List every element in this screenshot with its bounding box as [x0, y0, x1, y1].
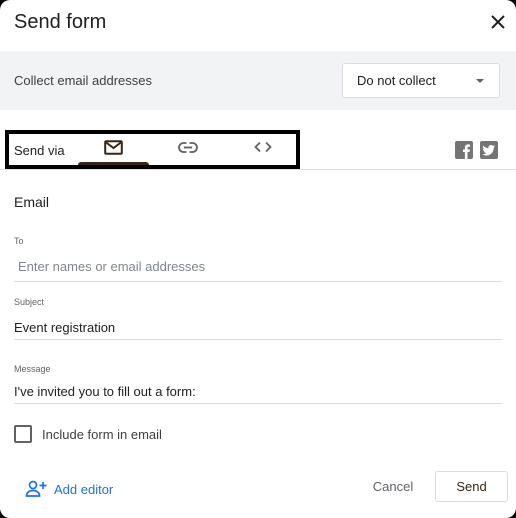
add-editor-label: Add editor: [54, 482, 114, 497]
embed-code-icon: [254, 141, 272, 153]
link-icon: [178, 142, 198, 153]
cancel-button[interactable]: Cancel: [362, 473, 424, 501]
tab-link[interactable]: [150, 134, 226, 165]
to-label: To: [14, 236, 24, 246]
facebook-icon: [463, 144, 470, 159]
collect-email-dropdown[interactable]: Do not collect: [342, 63, 500, 98]
subject-field-wrapper: [14, 319, 502, 340]
message-label: Message: [14, 364, 51, 374]
to-field-wrapper: [14, 258, 506, 282]
send-form-dialog: Send form Collect email addresses Do not…: [0, 0, 516, 518]
include-form-checkbox[interactable]: [14, 425, 32, 443]
email-section-title: Email: [14, 194, 50, 210]
to-input[interactable]: [14, 259, 506, 274]
subject-label: Subject: [14, 297, 45, 307]
close-button[interactable]: [488, 12, 508, 32]
dialog-title: Send form: [14, 11, 107, 33]
facebook-share-button[interactable]: [455, 141, 473, 159]
tab-embed[interactable]: [226, 134, 300, 165]
include-form-label: Include form in email: [42, 427, 162, 442]
send-via-row: Send via: [0, 130, 516, 170]
collect-email-bar: Collect email addresses Do not collect: [0, 51, 516, 110]
tab-email[interactable]: [78, 134, 149, 165]
collect-email-label: Collect email addresses: [14, 73, 153, 88]
send-via-label: Send via: [14, 143, 65, 158]
email-icon: [104, 140, 123, 155]
collect-email-value: Do not collect: [357, 73, 436, 88]
twitter-share-button[interactable]: [480, 141, 498, 159]
close-icon: [491, 15, 505, 29]
twitter-icon: [482, 145, 495, 156]
message-field-wrapper: [14, 383, 502, 404]
send-button[interactable]: Send: [435, 471, 508, 502]
message-input[interactable]: [14, 384, 502, 399]
dropdown-caret-icon: [476, 79, 484, 83]
add-person-icon: [25, 480, 47, 497]
subject-input[interactable]: [14, 320, 502, 335]
